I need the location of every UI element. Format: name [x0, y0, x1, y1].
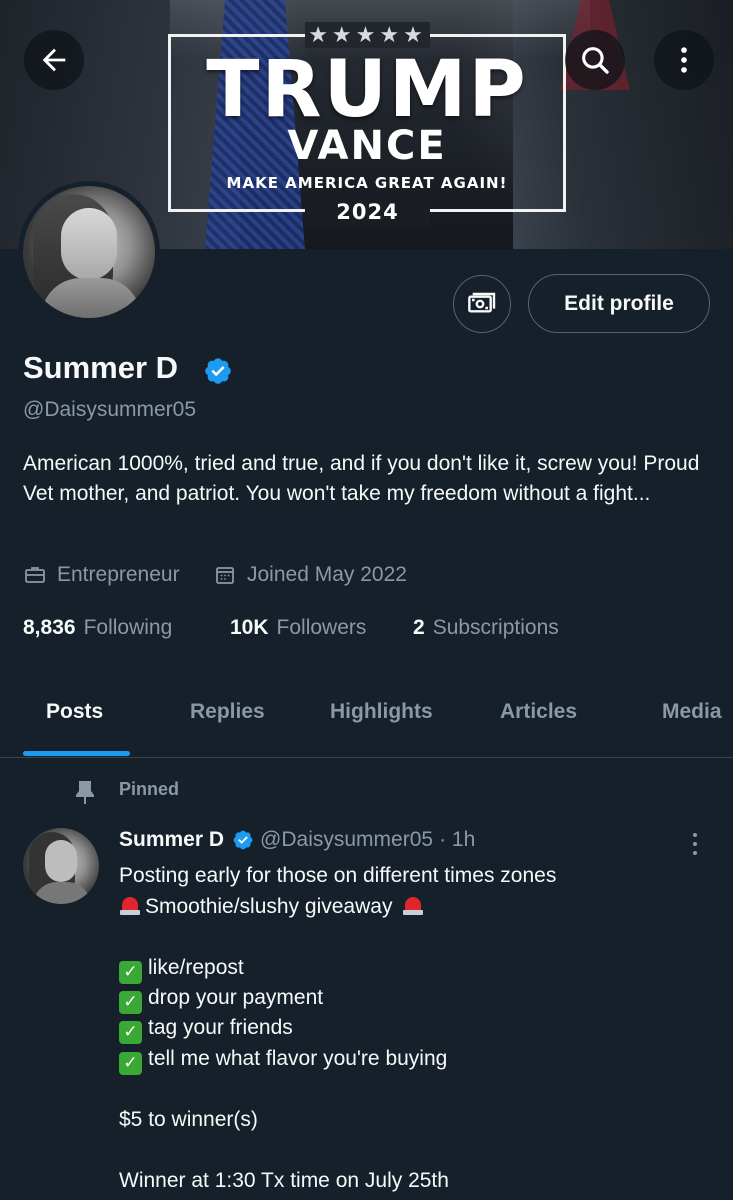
subscriptions-link[interactable]: 2 Subscriptions [413, 616, 559, 640]
check-mark-icon: ✓ [119, 961, 142, 984]
tab-posts[interactable]: Posts [46, 700, 103, 724]
siren-icon [119, 895, 141, 915]
display-name: Summer D [23, 350, 179, 385]
post-text-line: ✓ tag your friends [119, 1015, 293, 1044]
joined-date: Joined May 2022 [247, 563, 407, 586]
following-count: 8,836 [23, 616, 76, 639]
tip-button[interactable] [453, 275, 511, 333]
post-text-line: $5 to winner(s) [119, 1108, 258, 1131]
following-link[interactable]: 8,836 Following [23, 616, 172, 640]
check-mark-icon: ✓ [119, 1021, 142, 1044]
banner-year: 2024 [305, 198, 430, 226]
active-tab-indicator [23, 751, 130, 756]
post-text-line: Posting early for those on different tim… [119, 864, 557, 887]
tab-media[interactable]: Media [662, 700, 722, 724]
profile-bio: American 1000%, tried and true, and if y… [23, 452, 700, 505]
post-author-handle[interactable]: @Daisysummer05 [260, 828, 433, 852]
followers-link[interactable]: 10K Followers [230, 616, 366, 640]
verified-badge-icon [233, 830, 253, 850]
post-text-line: ✓ tell me what flavor you're buying [119, 1046, 447, 1075]
verified-badge-icon [205, 358, 231, 384]
followers-label: Followers [276, 616, 367, 639]
profile-profession: Entrepreneur [23, 563, 180, 587]
tabs-divider [0, 757, 733, 758]
calendar-icon [216, 567, 234, 584]
post-time[interactable]: · 1h [439, 828, 475, 852]
following-label: Following [83, 616, 173, 639]
post-giveaway-text: Smoothie/slushy giveaway [145, 895, 393, 918]
pinned-label: Pinned [119, 779, 180, 799]
banner-subtitle: VANCE [287, 123, 447, 169]
post-header: Summer D @Daisysummer05 · 1h [119, 828, 475, 852]
post-text-line: ✓ drop your payment [119, 985, 323, 1014]
money-icon [468, 292, 496, 313]
tab-highlights[interactable]: Highlights [330, 700, 433, 724]
check-mark-icon: ✓ [119, 991, 142, 1014]
tab-replies[interactable]: Replies [190, 700, 265, 724]
pin-icon [76, 781, 94, 804]
more-options-button[interactable] [654, 30, 714, 90]
post-text-line: Winner at 1:30 Tx time on July 25th [119, 1169, 449, 1192]
subscriptions-count: 2 [413, 616, 425, 639]
arrow-left-icon [42, 48, 66, 72]
profession-label: Entrepreneur [57, 563, 180, 586]
profile-joined: Joined May 2022 [213, 563, 407, 587]
subscriptions-label: Subscriptions [432, 616, 559, 639]
search-button[interactable] [565, 30, 625, 90]
followers-count: 10K [230, 616, 269, 639]
profile-avatar[interactable] [18, 181, 160, 323]
back-button[interactable] [24, 30, 84, 90]
search-icon [582, 47, 609, 74]
post-author-name[interactable]: Summer D [119, 828, 224, 852]
tab-articles[interactable]: Articles [500, 700, 577, 724]
profile-handle: @Daisysummer05 [23, 398, 197, 421]
siren-icon [402, 895, 424, 915]
briefcase-icon [25, 567, 45, 583]
banner-title: TRUMP [206, 45, 528, 135]
edit-profile-button[interactable]: Edit profile [528, 274, 710, 333]
post-text-line: ✓ like/repost [119, 955, 244, 984]
banner-slogan: MAKE AMERICA GREAT AGAIN! [226, 174, 508, 192]
more-vertical-icon [681, 47, 687, 73]
avatar-image [23, 186, 155, 318]
post-more-icon[interactable] [684, 830, 706, 858]
post-text-line: Smoothie/slushy giveaway [119, 894, 428, 920]
post-author-avatar[interactable] [23, 828, 99, 904]
check-mark-icon: ✓ [119, 1052, 142, 1075]
